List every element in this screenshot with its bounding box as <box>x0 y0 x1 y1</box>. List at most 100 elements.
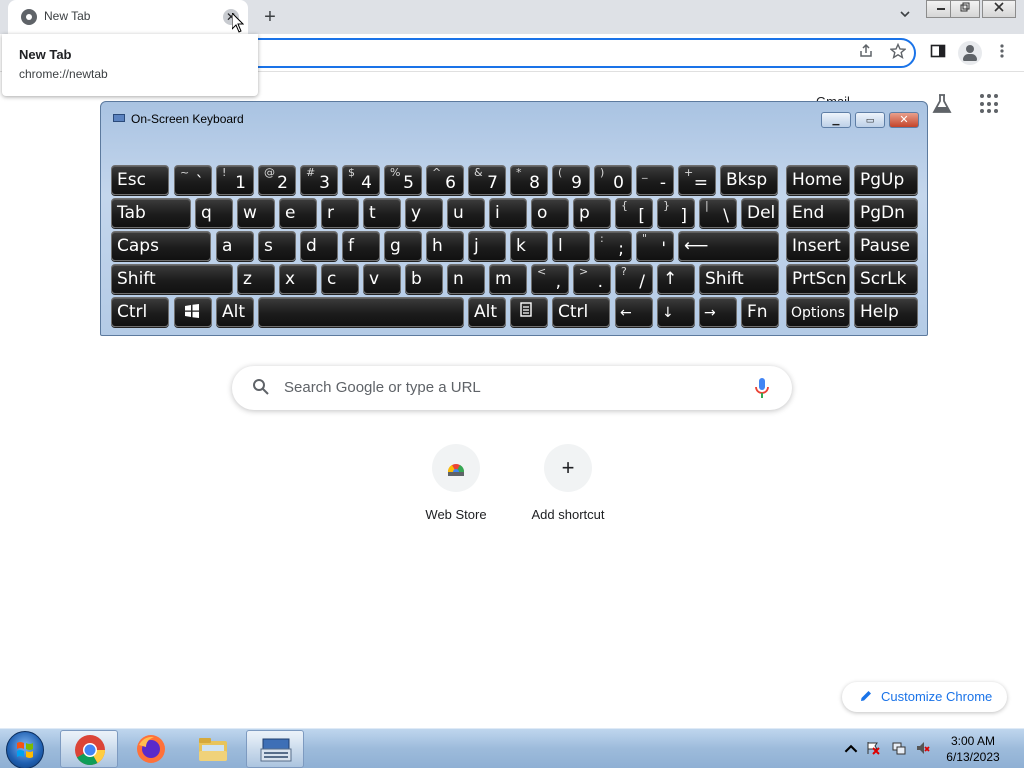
network-icon[interactable] <box>892 741 906 755</box>
osk-key[interactable]: ) 0 <box>594 165 632 195</box>
tab-search-chevron-icon[interactable] <box>896 8 914 26</box>
osk-key[interactable]: w <box>237 198 275 228</box>
osk-key[interactable]: Esc <box>111 165 169 195</box>
osk-key-windows[interactable] <box>174 297 212 327</box>
osk-key[interactable]: Alt <box>468 297 506 327</box>
osk-key[interactable]: End <box>786 198 850 228</box>
osk-key[interactable]: x <box>279 264 317 294</box>
window-restore-button[interactable] <box>950 0 980 18</box>
osk-key[interactable]: c <box>321 264 359 294</box>
osk-key[interactable]: Pause <box>854 231 918 261</box>
osk-key[interactable]: Tab <box>111 198 191 228</box>
start-button[interactable] <box>6 731 44 768</box>
voice-search-mic-icon[interactable] <box>754 377 770 399</box>
osk-key[interactable]: + = <box>678 165 716 195</box>
system-clock[interactable]: 3:00 AM 6/13/2023 <box>940 733 1006 765</box>
osk-key[interactable]: & 7 <box>468 165 506 195</box>
osk-key[interactable]: Fn <box>741 297 779 327</box>
action-center-flag-icon[interactable] <box>866 741 880 755</box>
osk-key[interactable]: u <box>447 198 485 228</box>
osk-key[interactable]: ? / <box>615 264 653 294</box>
show-hidden-icons-icon[interactable] <box>844 742 858 756</box>
osk-key[interactable]: k <box>510 231 548 261</box>
osk-minimize-button[interactable]: ▁ <box>821 112 851 128</box>
osk-key[interactable]: ↑ <box>657 264 695 294</box>
osk-key[interactable]: l <box>552 231 590 261</box>
osk-key[interactable]: * 8 <box>510 165 548 195</box>
osk-key-menu-key[interactable] <box>510 297 548 327</box>
osk-key[interactable]: Del <box>741 198 779 228</box>
search-box[interactable]: Search Google or type a URL <box>232 366 792 410</box>
osk-key[interactable]: q <box>195 198 233 228</box>
osk-key[interactable]: y <box>405 198 443 228</box>
osk-key[interactable]: | \ <box>699 198 737 228</box>
shortcut-web-store[interactable]: Web Store <box>400 442 512 532</box>
osk-key[interactable]: Shift <box>699 264 779 294</box>
new-tab-button[interactable]: + <box>260 6 280 28</box>
osk-key[interactable]: ^ 6 <box>426 165 464 195</box>
osk-key[interactable]: n <box>447 264 485 294</box>
osk-key[interactable]: % 5 <box>384 165 422 195</box>
osk-key[interactable]: $4 <box>342 165 380 195</box>
tab-new-tab[interactable]: New Tab ✕ <box>8 0 248 34</box>
osk-key[interactable]: j <box>468 231 506 261</box>
google-apps-icon[interactable] <box>980 94 1000 114</box>
osk-key[interactable]: Shift <box>111 264 233 294</box>
profile-avatar-icon[interactable] <box>958 41 982 65</box>
osk-key[interactable]: ! 1 <box>216 165 254 195</box>
osk-key[interactable]: _ - <box>636 165 674 195</box>
osk-key[interactable]: #3 <box>300 165 338 195</box>
osk-key[interactable]: PrtScn <box>786 264 850 294</box>
osk-key[interactable]: Options <box>786 297 850 327</box>
osk-key[interactable]: p <box>573 198 611 228</box>
osk-key[interactable]: >. <box>573 264 611 294</box>
osk-key[interactable]: a <box>216 231 254 261</box>
side-panel-icon[interactable] <box>928 43 948 63</box>
osk-key[interactable]: → <box>699 297 737 327</box>
osk-key[interactable]: ⟵ <box>678 231 779 261</box>
osk-key[interactable]: b <box>405 264 443 294</box>
osk-key[interactable]: Alt <box>216 297 254 327</box>
osk-key[interactable]: Bksp <box>720 165 778 195</box>
taskbar-on-screen-keyboard[interactable] <box>246 730 304 768</box>
customize-chrome-button[interactable]: Customize Chrome <box>842 682 1007 712</box>
osk-key[interactable]: s <box>258 231 296 261</box>
osk-key[interactable]: i <box>489 198 527 228</box>
more-menu-icon[interactable] <box>992 43 1012 63</box>
volume-muted-icon[interactable] <box>916 741 930 755</box>
osk-key[interactable]: }] <box>657 198 695 228</box>
osk-key[interactable]: Home <box>786 165 850 195</box>
osk-key[interactable]: d <box>300 231 338 261</box>
share-icon[interactable] <box>856 43 876 63</box>
shortcut-add[interactable]: + Add shortcut <box>512 442 624 532</box>
osk-key[interactable]: e <box>279 198 317 228</box>
osk-close-button[interactable]: ✕ <box>889 112 919 128</box>
osk-key[interactable]: PgDn <box>854 198 918 228</box>
taskbar-file-explorer[interactable] <box>184 730 242 768</box>
osk-key[interactable]: f <box>342 231 380 261</box>
osk-key[interactable]: PgUp <box>854 165 918 195</box>
osk-key[interactable]: ~ ` <box>174 165 212 195</box>
bookmark-star-icon[interactable] <box>888 42 908 63</box>
osk-key[interactable]: {[ <box>615 198 653 228</box>
taskbar-chrome[interactable] <box>60 730 118 768</box>
osk-key[interactable]: Caps <box>111 231 211 261</box>
osk-key[interactable]: Ctrl <box>111 297 169 327</box>
osk-key[interactable]: <, <box>531 264 569 294</box>
osk-key[interactable]: m <box>489 264 527 294</box>
osk-key[interactable]: ↓ <box>657 297 695 327</box>
taskbar-firefox[interactable] <box>122 730 180 768</box>
osk-key[interactable]: g <box>384 231 422 261</box>
osk-key[interactable]: t <box>363 198 401 228</box>
osk-maximize-button[interactable]: ▭ <box>855 112 885 128</box>
osk-key[interactable]: r <box>321 198 359 228</box>
osk-key[interactable]: Help <box>854 297 918 327</box>
osk-key[interactable]: ← <box>615 297 653 327</box>
osk-key[interactable]: ScrLk <box>854 264 918 294</box>
osk-key[interactable]: (9 <box>552 165 590 195</box>
osk-key[interactable]: " ' <box>636 231 674 261</box>
osk-key[interactable]: :; <box>594 231 632 261</box>
osk-key[interactable]: Ctrl <box>552 297 610 327</box>
window-close-button[interactable] <box>982 0 1016 18</box>
chrome-labs-icon[interactable] <box>930 92 954 116</box>
